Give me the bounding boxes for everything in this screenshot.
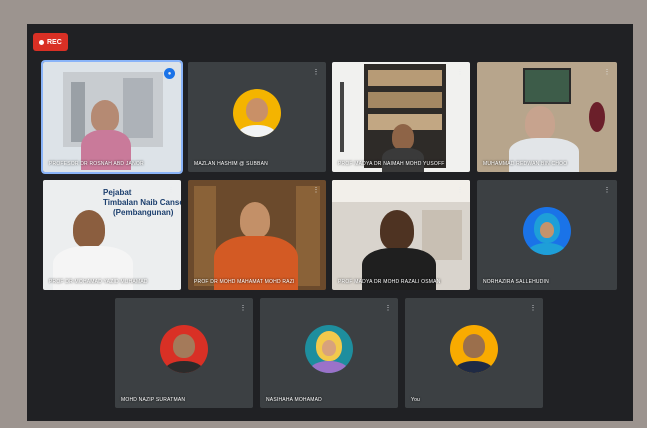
participant-tile[interactable]: ⋮ PROF MADYA DR MOHD RAZALI OSMAN xyxy=(332,180,470,290)
participant-name: MAZLAN HASHIM @ SUBBAN xyxy=(194,161,268,167)
mic-off-icon: ⋮ xyxy=(312,69,320,76)
mic-off-icon: ⋮ xyxy=(239,305,247,312)
participant-tile[interactable]: ● PROFESOR DR ROSNAH ABD JANOR xyxy=(41,60,183,174)
banner-line: Timbalan Naib Canselor xyxy=(103,198,181,207)
mic-off-icon: ⋮ xyxy=(312,187,320,194)
participant-tile[interactable]: Pejabat Timbalan Naib Canselor (Pembangu… xyxy=(43,180,181,290)
avatar xyxy=(450,324,498,373)
participant-tile[interactable]: ⋮ MOHD NAZIP SURATMAN xyxy=(115,298,253,408)
participant-name: PROF DR MOHAMAD YAZID MUHAMAD xyxy=(49,279,148,285)
mic-off-icon: ⋮ xyxy=(456,69,464,76)
record-dot-icon xyxy=(39,39,44,45)
participant-video xyxy=(332,62,470,172)
participant-tile[interactable]: ⋮ NASIHAHA MOHAMAD xyxy=(260,298,398,408)
participant-name: NORHAZIRA SALLEHUDIN xyxy=(483,279,549,285)
mic-off-icon: ⋮ xyxy=(167,187,175,194)
participant-name: MUHAMMAD REDWAN BIN CHOO xyxy=(483,161,568,167)
speaking-icon: ● xyxy=(164,68,175,79)
mic-off-icon: ⋮ xyxy=(384,305,392,312)
avatar xyxy=(233,88,281,137)
mic-off-icon: ⋮ xyxy=(603,69,611,76)
participant-name: You xyxy=(411,397,421,403)
participant-tile[interactable]: ⋮ MAZLAN HASHIM @ SUBBAN xyxy=(188,62,326,172)
participant-name: NASIHAHA MOHAMAD xyxy=(266,397,322,403)
avatar xyxy=(523,206,571,255)
participant-video: Pejabat Timbalan Naib Canselor (Pembangu… xyxy=(43,180,181,290)
participant-name: PROF MADYA DR NAIMAH MOHD YUSOFF xyxy=(338,161,445,167)
participant-name: PROFESOR DR ROSNAH ABD JANOR xyxy=(49,161,144,167)
avatar xyxy=(305,324,353,373)
participant-video xyxy=(43,62,181,172)
recording-indicator: REC xyxy=(33,33,68,51)
banner-line: Pejabat xyxy=(103,188,132,197)
participant-tile[interactable]: ⋮ PROF DR MOHD MAHAMAT MOHD RAZI xyxy=(188,180,326,290)
participant-tile[interactable]: ⋮ MUHAMMAD REDWAN BIN CHOO xyxy=(477,62,617,172)
banner-line: (Pembangunan) xyxy=(113,208,174,217)
participant-name: PROF DR MOHD MAHAMAT MOHD RAZI xyxy=(194,279,295,285)
avatar xyxy=(160,324,208,373)
participant-tile[interactable]: ⋮ You xyxy=(405,298,543,408)
participant-name: PROF MADYA DR MOHD RAZALI OSMAN xyxy=(338,279,441,285)
meeting-grid: REC ● PROFESOR DR ROSNAH ABD JANOR ⋮ MAZ… xyxy=(27,24,633,421)
participant-video xyxy=(332,180,470,290)
participant-name: MOHD NAZIP SURATMAN xyxy=(121,397,186,403)
mic-off-icon: ⋮ xyxy=(603,187,611,194)
mic-off-icon: ⋮ xyxy=(529,305,537,312)
participant-video xyxy=(477,62,617,172)
participant-tile[interactable]: ⋮ NORHAZIRA SALLEHUDIN xyxy=(477,180,617,290)
recording-label: REC xyxy=(47,38,62,46)
participant-video xyxy=(188,180,326,290)
participant-tile[interactable]: ⋮ PROF MADYA DR NAIMAH MOHD YUSOFF xyxy=(332,62,470,172)
mic-off-icon: ⋮ xyxy=(456,187,464,194)
